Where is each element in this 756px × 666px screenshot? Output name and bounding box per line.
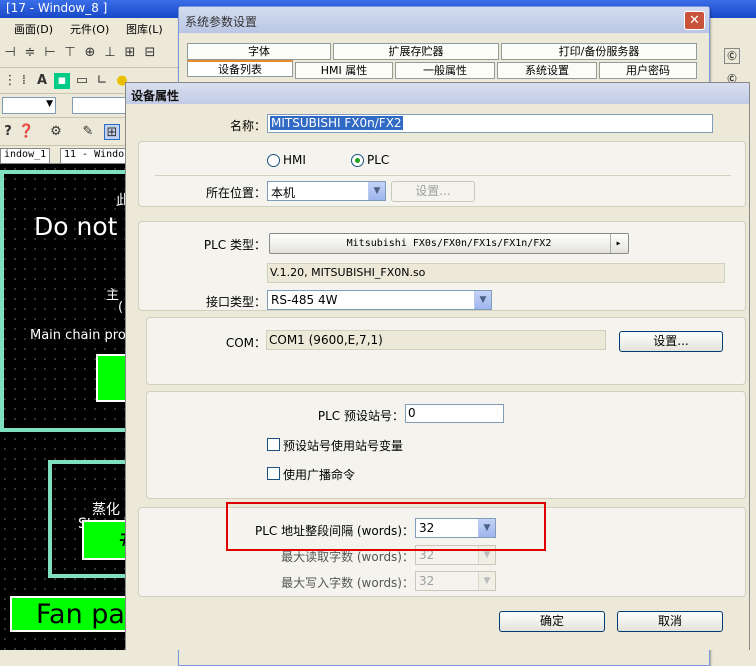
- plc-type-label: PLC 类型：: [203, 238, 266, 252]
- location-value: 本机: [271, 186, 296, 200]
- canvas-green-button-2[interactable]: #: [82, 520, 130, 560]
- chevron-down-icon: ▼: [474, 291, 491, 309]
- rect-tool-icon[interactable]: ▭: [74, 73, 90, 89]
- canvas-text-main-chain: Main chain prot: [30, 328, 130, 343]
- align-bottom-icon[interactable]: ⊥: [102, 45, 118, 61]
- align-right-icon[interactable]: ⊢: [42, 45, 58, 61]
- help-icon[interactable]: ?: [0, 124, 16, 140]
- distribute-icon[interactable]: ⊞: [122, 45, 138, 61]
- canvas-text-fan: Fan pa: [36, 599, 125, 630]
- chevron-down-icon: ▼: [46, 99, 53, 109]
- interface-value: RS-485 4W: [271, 293, 338, 307]
- pen-icon[interactable]: ✎: [80, 124, 96, 140]
- canvas-text-do-not: Do not: [34, 212, 118, 241]
- editor-canvas[interactable]: 此 Do not 主 ( Main chain prot 蒸化 Steami #…: [0, 164, 130, 650]
- align-middle-icon[interactable]: ⊕: [82, 45, 98, 61]
- editor-menubar: 画面(D) 元件(O) 图库(L): [0, 18, 180, 38]
- menu-screen[interactable]: 画面(D): [14, 21, 53, 37]
- size-combo[interactable]: [72, 97, 128, 114]
- editor-title: [17 - Window_8 ]: [6, 1, 108, 15]
- tool-icon[interactable]: ⚙: [48, 124, 64, 140]
- tab-hmi-properties[interactable]: HMI 属性: [295, 62, 393, 79]
- font-combo[interactable]: ▼: [2, 97, 56, 114]
- play-icon: ▸: [610, 234, 626, 253]
- highlight-box: [226, 502, 546, 551]
- grid-icon[interactable]: ⊞: [104, 124, 120, 140]
- station-label: PLC 预设站号：: [317, 409, 404, 423]
- plc-type-button[interactable]: Mitsubishi FX0s/FX0n/FX1s/FX1n/FX2 ▸: [269, 233, 629, 254]
- ok-button[interactable]: 确定: [499, 611, 605, 632]
- station-field[interactable]: 0: [405, 404, 504, 423]
- com-value: COM1 (9600,E,7,1): [266, 330, 606, 350]
- location-label: 所在位置：: [205, 186, 266, 200]
- location-settings-button[interactable]: 设置...: [391, 181, 475, 202]
- menu-element[interactable]: 元件(O): [70, 21, 109, 37]
- name-field[interactable]: MITSUBISHI FX0n/FX2: [267, 114, 713, 133]
- tab-window-1[interactable]: indow_1: [0, 148, 51, 163]
- cf-icon[interactable]: Ⓒ: [724, 48, 740, 64]
- max-write-select[interactable]: 32 ▼: [415, 571, 496, 591]
- radio-plc[interactable]: [351, 154, 364, 167]
- chevron-down-icon: ▼: [368, 182, 385, 200]
- check-station-var-label: 预设站号使用站号变量: [283, 439, 404, 453]
- tab-general-properties[interactable]: 一般属性: [395, 62, 495, 79]
- close-icon[interactable]: ✕: [684, 11, 705, 30]
- max-write-label: 最大写入字数 (words)：: [281, 576, 414, 590]
- check-station-var[interactable]: [267, 438, 280, 451]
- com-settings-button[interactable]: 设置...: [619, 331, 723, 352]
- device-properties-title-bar: 设备属性: [126, 83, 749, 104]
- device-properties-title: 设备属性: [131, 89, 180, 103]
- tab-extended-memory[interactable]: 扩展存贮器: [333, 43, 499, 60]
- editor-toolbar-4: ? ❓ ⚙ ✎ ⊞: [0, 118, 130, 146]
- tab-font[interactable]: 字体: [187, 43, 331, 60]
- tab-user-password[interactable]: 用户密码: [599, 62, 697, 79]
- menu-library[interactable]: 图库(L): [126, 21, 163, 37]
- cancel-button[interactable]: 取消: [617, 611, 723, 632]
- plc-type-value: Mitsubishi FX0s/FX0n/FX1s/FX1n/FX2: [346, 238, 552, 249]
- check-broadcast[interactable]: [267, 467, 280, 480]
- name-value: MITSUBISHI FX0n/FX2: [270, 116, 403, 130]
- text-tool-icon[interactable]: A: [34, 73, 50, 89]
- green-tool-icon[interactable]: ▪: [54, 73, 70, 89]
- tab-print-backup-server[interactable]: 打印/备份服务器: [501, 43, 697, 60]
- name-label: 名称：: [229, 119, 266, 133]
- divider: [155, 175, 731, 176]
- radio-hmi-label: HMI: [283, 153, 306, 167]
- editor-toolbar-1: ⊣ ≑ ⊢ ⊤ ⊕ ⊥ ⊞ ⊟: [0, 38, 180, 68]
- dots-icon-2[interactable]: ⁞: [16, 73, 32, 89]
- max-write-value: 32: [419, 574, 435, 588]
- tab-system-settings[interactable]: 系统设置: [497, 62, 597, 79]
- canvas-text-paren: (: [118, 300, 124, 315]
- align-center-icon[interactable]: ≑: [22, 45, 38, 61]
- fan-button[interactable]: Fan pa: [10, 596, 130, 632]
- interface-select[interactable]: RS-485 4W ▼: [267, 290, 492, 310]
- system-params-title-bar: 系统参数设置: [179, 7, 709, 33]
- com-label: COM：: [225, 336, 266, 350]
- tab-device-list[interactable]: 设备列表: [187, 60, 293, 77]
- radio-hmi[interactable]: [267, 154, 280, 167]
- check-broadcast-label: 使用广播命令: [283, 468, 356, 482]
- align-top-icon[interactable]: ⊤: [62, 45, 78, 61]
- interface-label: 接口类型：: [205, 295, 266, 309]
- radio-plc-label: PLC: [367, 153, 390, 167]
- editor-toolbar-3: ▼: [0, 94, 130, 118]
- context-help-icon[interactable]: ❓: [18, 124, 34, 140]
- tab-window-11[interactable]: 11 - Windo: [60, 148, 129, 163]
- editor-window-tabs: indow_1 11 - Windo: [0, 146, 130, 164]
- system-params-title: 系统参数设置: [185, 15, 258, 29]
- line-tool-icon[interactable]: ∟: [94, 73, 110, 89]
- chevron-down-icon: ▼: [478, 572, 495, 590]
- location-select[interactable]: 本机 ▼: [267, 181, 386, 201]
- spacing-icon[interactable]: ⊟: [142, 45, 158, 61]
- driver-version: V.1.20, MITSUBISHI_FX0N.so: [267, 263, 725, 283]
- device-properties-dialog: 设备属性 名称： MITSUBISHI FX0n/FX2 HMI PLC 所在位…: [125, 82, 750, 650]
- align-left-icon[interactable]: ⊣: [2, 45, 18, 61]
